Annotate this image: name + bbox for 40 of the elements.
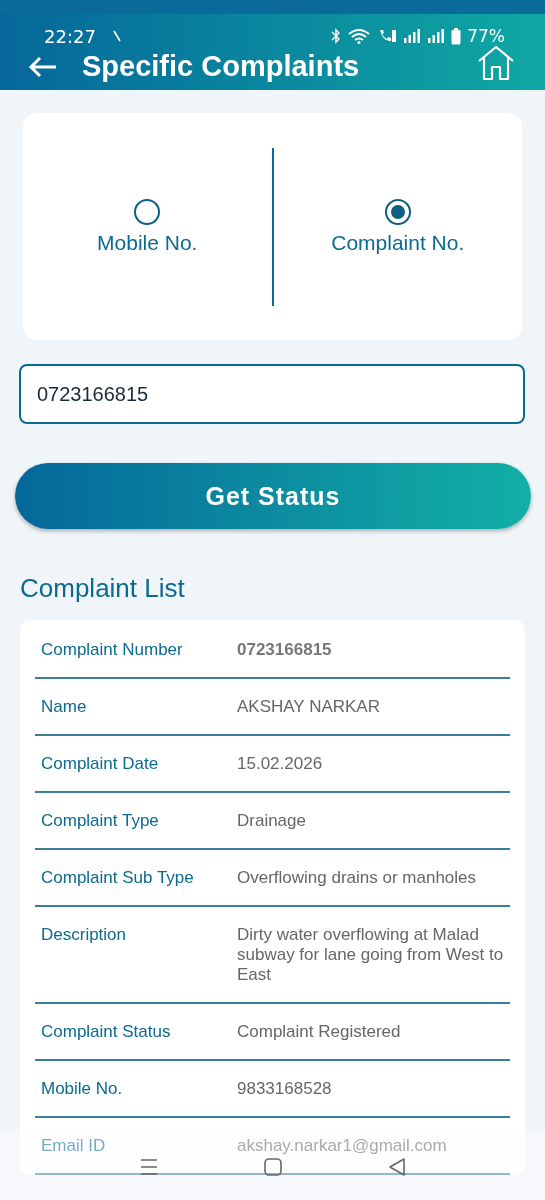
section-title: Complaint List <box>20 573 186 604</box>
battery-icon <box>451 27 462 45</box>
field-label: Complaint Date <box>41 754 160 774</box>
field-label: Mobile No. <box>41 1079 124 1099</box>
radio-button[interactable] <box>384 198 411 225</box>
recent-apps-icon[interactable] <box>138 1157 159 1177</box>
home-button-icon[interactable] <box>262 1157 283 1177</box>
field-value: Complaint Registered <box>236 1022 402 1042</box>
bluetooth-icon <box>331 28 342 44</box>
battery-percent: 77% <box>467 26 505 46</box>
field-label: Email ID <box>41 1136 107 1156</box>
field-label: Complaint Number <box>41 640 184 660</box>
signal-off-icon <box>111 30 122 42</box>
home-icon[interactable] <box>477 44 515 81</box>
radio-label[interactable]: Mobile No. <box>97 230 198 255</box>
field-label: Complaint Status <box>41 1022 172 1042</box>
radio-label[interactable]: Complaint No. <box>331 230 465 255</box>
phone-icon <box>377 28 398 44</box>
page-title: Specific Complaints <box>82 50 361 83</box>
get-status-button[interactable]: Get Status <box>15 463 531 529</box>
field-label: Description <box>41 925 128 946</box>
field-label: Complaint Sub Type <box>41 868 195 888</box>
field-value: 15.02.2026 <box>236 754 324 774</box>
back-button-icon[interactable] <box>386 1157 407 1177</box>
field-label: Name <box>41 697 88 717</box>
wifi-icon <box>347 28 372 44</box>
field-value: Drainage <box>236 811 307 831</box>
radio-button[interactable] <box>134 198 161 225</box>
field-value: Overflowing drains or manholes <box>236 868 478 888</box>
field-value: AKSHAY NARKAR <box>236 697 381 717</box>
field-value: 0723166815 <box>236 640 333 660</box>
field-value: 9833168528 <box>236 1079 333 1099</box>
field-value: akshay.narkar1@gmail.com <box>236 1136 448 1156</box>
cellular-signal-icon <box>403 28 422 44</box>
cellular-signal-icon <box>427 28 446 44</box>
field-value: Dirty water overflowing at Malad subway for lane going from West to East <box>236 925 504 985</box>
status-time: 22:27 <box>44 25 96 47</box>
back-arrow-icon[interactable] <box>28 55 58 78</box>
complaint-number-field[interactable]: 0723166815 <box>19 364 525 424</box>
field-label: Complaint Type <box>41 811 160 831</box>
